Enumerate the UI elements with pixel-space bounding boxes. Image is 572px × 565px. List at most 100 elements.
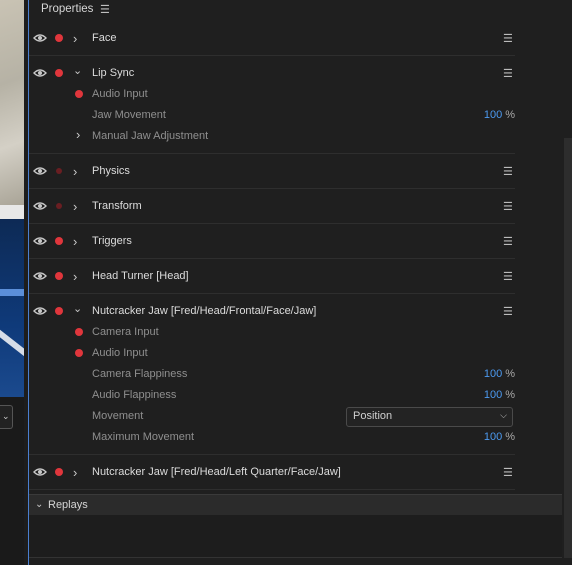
behavior-header[interactable]: › Transform ☰ [29, 196, 515, 217]
adjacent-panel-edge: ⌄ [0, 0, 24, 565]
property-label: Maximum Movement [92, 431, 195, 443]
property-label: Camera Input [92, 326, 159, 338]
movement-select-row: Movement Position ⌵ [29, 406, 515, 427]
record-dot-icon[interactable] [75, 328, 83, 336]
property-row: Audio Input [29, 84, 515, 105]
behavior-name: Lip Sync [92, 67, 135, 79]
scene-preview [0, 219, 24, 397]
behavior-row: › Transform ☰ [29, 189, 515, 224]
hamburger-icon[interactable]: ☰ [503, 67, 513, 80]
replays-title: Replays [48, 499, 88, 511]
behavior-name: Nutcracker Jaw [Fred/Head/Left Quarter/F… [92, 466, 341, 478]
chevron-down-icon: ⌄ [2, 411, 10, 421]
eye-icon[interactable] [33, 306, 47, 316]
behavior-header[interactable]: ⌄ Nutcracker Jaw [Fred/Head/Frontal/Face/… [29, 301, 515, 322]
behavior-header[interactable]: › Nutcracker Jaw [Fred/Head/Left Quarter/… [29, 462, 515, 483]
property-row[interactable]: › Manual Jaw Adjustment [29, 126, 515, 147]
chevron-right-icon[interactable]: › [73, 31, 77, 46]
behavior-row: ⌄ Nutcracker Jaw [Fred/Head/Frontal/Face/… [29, 294, 515, 455]
chevron-down-icon[interactable]: ⌄ [73, 64, 82, 77]
replays-body [29, 515, 562, 558]
property-value[interactable]: 100% [484, 431, 515, 443]
property-label: Movement [92, 410, 144, 422]
eye-icon[interactable] [33, 236, 47, 246]
record-dot-icon[interactable] [55, 272, 63, 280]
behavior-header[interactable]: › Face ☰ [29, 28, 515, 49]
hamburger-icon[interactable]: ☰ [503, 270, 513, 283]
chevron-right-icon[interactable]: › [73, 269, 77, 284]
hamburger-icon[interactable]: ☰ [503, 200, 513, 213]
property-label: Audio Input [92, 88, 148, 100]
adjacent-dropdown[interactable]: ⌄ [0, 405, 13, 429]
value-number[interactable]: 100 [484, 368, 502, 380]
chevron-right-icon[interactable]: › [73, 164, 77, 179]
property-row: Maximum Movement 100% [29, 427, 515, 448]
property-value[interactable]: 100% [484, 389, 515, 401]
behavior-name: Transform [92, 200, 142, 212]
behavior-header[interactable]: › Triggers ☰ [29, 231, 515, 252]
replays-section-header[interactable]: ⌄ Replays [29, 494, 562, 515]
property-label: Jaw Movement [92, 109, 166, 121]
behavior-name: Physics [92, 165, 130, 177]
record-dot-icon[interactable] [55, 34, 63, 42]
property-row: Jaw Movement 100% [29, 105, 515, 126]
record-dot-icon[interactable] [55, 307, 63, 315]
behavior-name: Triggers [92, 235, 132, 247]
record-dot-icon[interactable] [55, 237, 63, 245]
chevron-down-icon: ⌵ [500, 410, 507, 420]
record-dot-icon[interactable] [75, 349, 83, 357]
scrollbar-thumb[interactable] [564, 138, 572, 558]
behavior-row: › Triggers ☰ [29, 224, 515, 259]
dropdown-value: Position [353, 410, 393, 422]
behavior-header[interactable]: › Head Turner [Head] ☰ [29, 266, 515, 287]
property-label: Audio Flappiness [92, 389, 177, 401]
behavior-row: › Head Turner [Head] ☰ [29, 259, 515, 294]
movement-dropdown[interactable]: Position ⌵ [346, 407, 513, 427]
record-dot-icon[interactable] [56, 168, 62, 174]
properties-panel: Properties ☰ › Face ☰ ⌄ Lip Sync ☰ Audio Input… [28, 0, 572, 565]
eye-icon[interactable] [33, 33, 47, 43]
eye-icon[interactable] [33, 201, 47, 211]
panel-header: Properties ☰ [29, 0, 572, 20]
hamburger-icon[interactable]: ☰ [503, 32, 513, 45]
behavior-row: › Nutcracker Jaw [Fred/Head/Left Quarter/… [29, 455, 515, 490]
value-number[interactable]: 100 [484, 109, 502, 121]
hamburger-icon[interactable]: ☰ [503, 235, 513, 248]
eye-icon[interactable] [33, 166, 47, 176]
property-value[interactable]: 100% [484, 109, 515, 121]
behavior-header[interactable]: ⌄ Lip Sync ☰ [29, 63, 515, 84]
hamburger-icon[interactable]: ☰ [503, 466, 513, 479]
behavior-name: Face [92, 32, 117, 44]
eye-icon[interactable] [33, 271, 47, 281]
behavior-row: ⌄ Lip Sync ☰ Audio Input Jaw Movement 100% › Ma… [29, 56, 515, 154]
chevron-right-icon[interactable]: › [76, 127, 80, 142]
record-dot-icon[interactable] [55, 69, 63, 77]
value-number[interactable]: 100 [484, 389, 502, 401]
value-unit: % [505, 109, 515, 121]
value-unit: % [505, 368, 515, 380]
value-unit: % [505, 389, 515, 401]
panel-menu-icon[interactable]: ☰ [100, 3, 110, 16]
eye-icon[interactable] [33, 68, 47, 78]
panel-title: Properties [41, 3, 94, 15]
value-number[interactable]: 100 [484, 431, 502, 443]
hamburger-icon[interactable]: ☰ [503, 165, 513, 178]
chevron-right-icon[interactable]: › [73, 234, 77, 249]
scene-thumbnail [0, 0, 24, 205]
behavior-list: › Face ☰ ⌄ Lip Sync ☰ Audio Input Jaw Movement 1… [29, 20, 515, 490]
value-unit: % [505, 431, 515, 443]
property-label: Manual Jaw Adjustment [92, 130, 209, 142]
eye-icon[interactable] [33, 467, 47, 477]
chevron-down-icon[interactable]: ⌄ [73, 302, 82, 315]
property-label: Camera Flappiness [92, 368, 188, 380]
chevron-right-icon[interactable]: › [73, 465, 77, 480]
record-dot-icon[interactable] [55, 468, 63, 476]
behavior-name: Head Turner [Head] [92, 270, 189, 282]
record-dot-icon[interactable] [56, 203, 62, 209]
property-value[interactable]: 100% [484, 368, 515, 380]
chevron-right-icon[interactable]: › [73, 199, 77, 214]
chevron-down-icon: ⌄ [35, 499, 44, 510]
record-dot-icon[interactable] [75, 90, 83, 98]
hamburger-icon[interactable]: ☰ [503, 305, 513, 318]
behavior-header[interactable]: › Physics ☰ [29, 161, 515, 182]
